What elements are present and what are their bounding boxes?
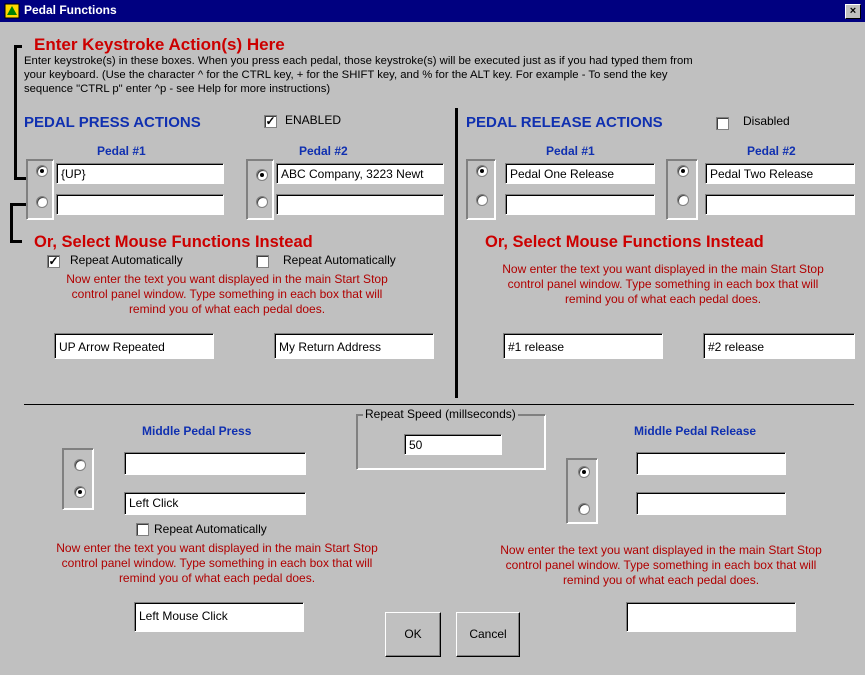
middle-press-text-input[interactable] — [124, 452, 306, 475]
ok-button-label: OK — [404, 627, 422, 641]
press-display2-input[interactable]: My Return Address — [274, 333, 434, 359]
release-display2-input[interactable]: #2 release — [703, 333, 855, 359]
repeat-speed-label: Repeat Speed (millseconds) — [363, 407, 518, 421]
close-icon[interactable]: × — [845, 4, 861, 19]
middle-release-combo[interactable] — [636, 492, 786, 515]
press-enabled-checkbox[interactable]: ✓ — [264, 115, 277, 128]
horizontal-divider — [24, 404, 854, 405]
press-pedal2-combo[interactable] — [276, 194, 444, 215]
check-mark-icon: ✓ — [48, 254, 59, 268]
bracket-bottom — [10, 203, 13, 243]
middle-release-text-radio[interactable] — [578, 466, 590, 478]
middle-press-combo[interactable]: Left Click — [124, 492, 306, 515]
middle-press-repeat-checkbox[interactable] — [136, 523, 149, 536]
press-description-line-1: Now enter the text you want displayed in… — [66, 272, 388, 286]
middle-press-description-line-3: remind you of what each pedal does. — [118, 571, 316, 585]
release-description: Now enter the text you want displayed in… — [458, 262, 865, 307]
release-pedal1-combo[interactable] — [505, 194, 655, 215]
release-description-line-2: control panel window. Type something in … — [507, 277, 819, 291]
press-enabled-label: ENABLED — [285, 113, 342, 127]
press-pedal1-text-radio[interactable] — [36, 165, 48, 177]
bracket-mid-tick — [14, 177, 26, 180]
middle-release-title: Middle Pedal Release — [634, 424, 757, 438]
release-pedal1-combo-radio[interactable] — [476, 194, 488, 206]
release-pedal2-label: Pedal #2 — [747, 144, 796, 158]
title-bar: Pedal Functions × — [0, 0, 865, 22]
app-icon — [4, 3, 20, 19]
release-description-line-1: Now enter the text you want displayed in… — [502, 262, 824, 276]
release-pedal1-label: Pedal #1 — [546, 144, 595, 158]
release-description-line-3: remind you of what each pedal does. — [564, 292, 762, 306]
press-pedal1-label: Pedal #1 — [97, 144, 146, 158]
middle-press-title: Middle Pedal Press — [142, 424, 252, 438]
middle-release-description-line-1: Now enter the text you want displayed in… — [500, 543, 822, 557]
bracket-top-tick — [14, 45, 22, 48]
release-disabled-checkbox[interactable] — [716, 117, 729, 130]
press-repeat1-label: Repeat Automatically — [70, 253, 183, 267]
release-display1-input[interactable]: #1 release — [503, 333, 663, 359]
window-title: Pedal Functions — [24, 3, 117, 17]
release-pedal2-combo-radio[interactable] — [677, 194, 689, 206]
middle-press-description-line-1: Now enter the text you want displayed in… — [56, 541, 378, 555]
release-pedal1-text-radio[interactable] — [476, 165, 488, 177]
middle-release-description-line-2: control panel window. Type something in … — [505, 558, 817, 572]
middle-press-combo-radio[interactable] — [74, 486, 86, 498]
bracket-bottom-tick — [10, 240, 22, 243]
press-pedal2-label: Pedal #2 — [299, 144, 348, 158]
bracket-top — [14, 45, 17, 180]
middle-release-display-input[interactable] — [626, 602, 796, 632]
middle-release-description: Now enter the text you want displayed in… — [456, 543, 865, 588]
release-pedal2-text-radio[interactable] — [677, 165, 689, 177]
middle-press-text-radio[interactable] — [74, 459, 86, 471]
press-description: Now enter the text you want displayed in… — [12, 272, 442, 317]
press-pedal2-combo-radio[interactable] — [256, 196, 268, 208]
press-repeat1-checkbox[interactable]: ✓ — [47, 255, 60, 268]
middle-release-text-input[interactable] — [636, 452, 786, 475]
release-title: PEDAL RELEASE ACTIONS — [466, 114, 663, 131]
release-pedal2-combo[interactable] — [705, 194, 855, 215]
cancel-button-label: Cancel — [469, 627, 507, 641]
press-pedal2-text-radio[interactable] — [256, 169, 268, 181]
press-description-line-2: control panel window. Type something in … — [71, 287, 383, 301]
release-pedal2-text-input[interactable]: Pedal Two Release — [705, 163, 855, 184]
press-mouse-title: Or, Select Mouse Functions Instead — [34, 233, 313, 251]
instructions-line-1: Enter keystroke(s) in these boxes. When … — [24, 55, 693, 67]
repeat-speed-input[interactable]: 50 — [404, 434, 502, 455]
bracket-bottom-top — [10, 203, 26, 206]
middle-press-display-input[interactable]: Left Mouse Click — [134, 602, 304, 632]
check-mark-icon: ✓ — [265, 114, 276, 128]
release-mouse-title: Or, Select Mouse Functions Instead — [485, 233, 764, 251]
press-display1-input[interactable]: UP Arrow Repeated — [54, 333, 214, 359]
press-pedal1-text-input[interactable]: {UP} — [56, 163, 224, 184]
middle-release-description-line-3: remind you of what each pedal does. — [562, 573, 760, 587]
middle-press-repeat-label: Repeat Automatically — [154, 522, 267, 536]
press-repeat2-label: Repeat Automatically — [283, 253, 396, 267]
press-repeat2-checkbox[interactable] — [256, 255, 269, 268]
release-pedal1-text-input[interactable]: Pedal One Release — [505, 163, 655, 184]
keystroke-title: Enter Keystroke Action(s) Here — [34, 35, 285, 54]
cancel-button[interactable]: Cancel — [456, 612, 520, 657]
instructions-line-3: sequence "CTRL p" enter ^p - see Help fo… — [24, 83, 331, 95]
press-pedal2-text-input[interactable]: ABC Company, 3223 Newt — [276, 163, 444, 184]
press-title: PEDAL PRESS ACTIONS — [24, 114, 201, 131]
middle-release-combo-radio[interactable] — [578, 503, 590, 515]
instructions-line-2: your keyboard. (Use the character ^ for … — [24, 69, 668, 81]
release-disabled-label: Disabled — [743, 114, 790, 128]
ok-button[interactable]: OK — [385, 612, 441, 657]
middle-press-description: Now enter the text you want displayed in… — [2, 541, 432, 586]
middle-press-description-line-2: control panel window. Type something in … — [61, 556, 373, 570]
press-pedal1-combo-radio[interactable] — [36, 196, 48, 208]
press-pedal1-combo[interactable] — [56, 194, 224, 215]
vertical-divider — [455, 108, 458, 398]
middle-press-radio-group — [62, 448, 94, 510]
press-description-line-3: remind you of what each pedal does. — [128, 302, 326, 316]
